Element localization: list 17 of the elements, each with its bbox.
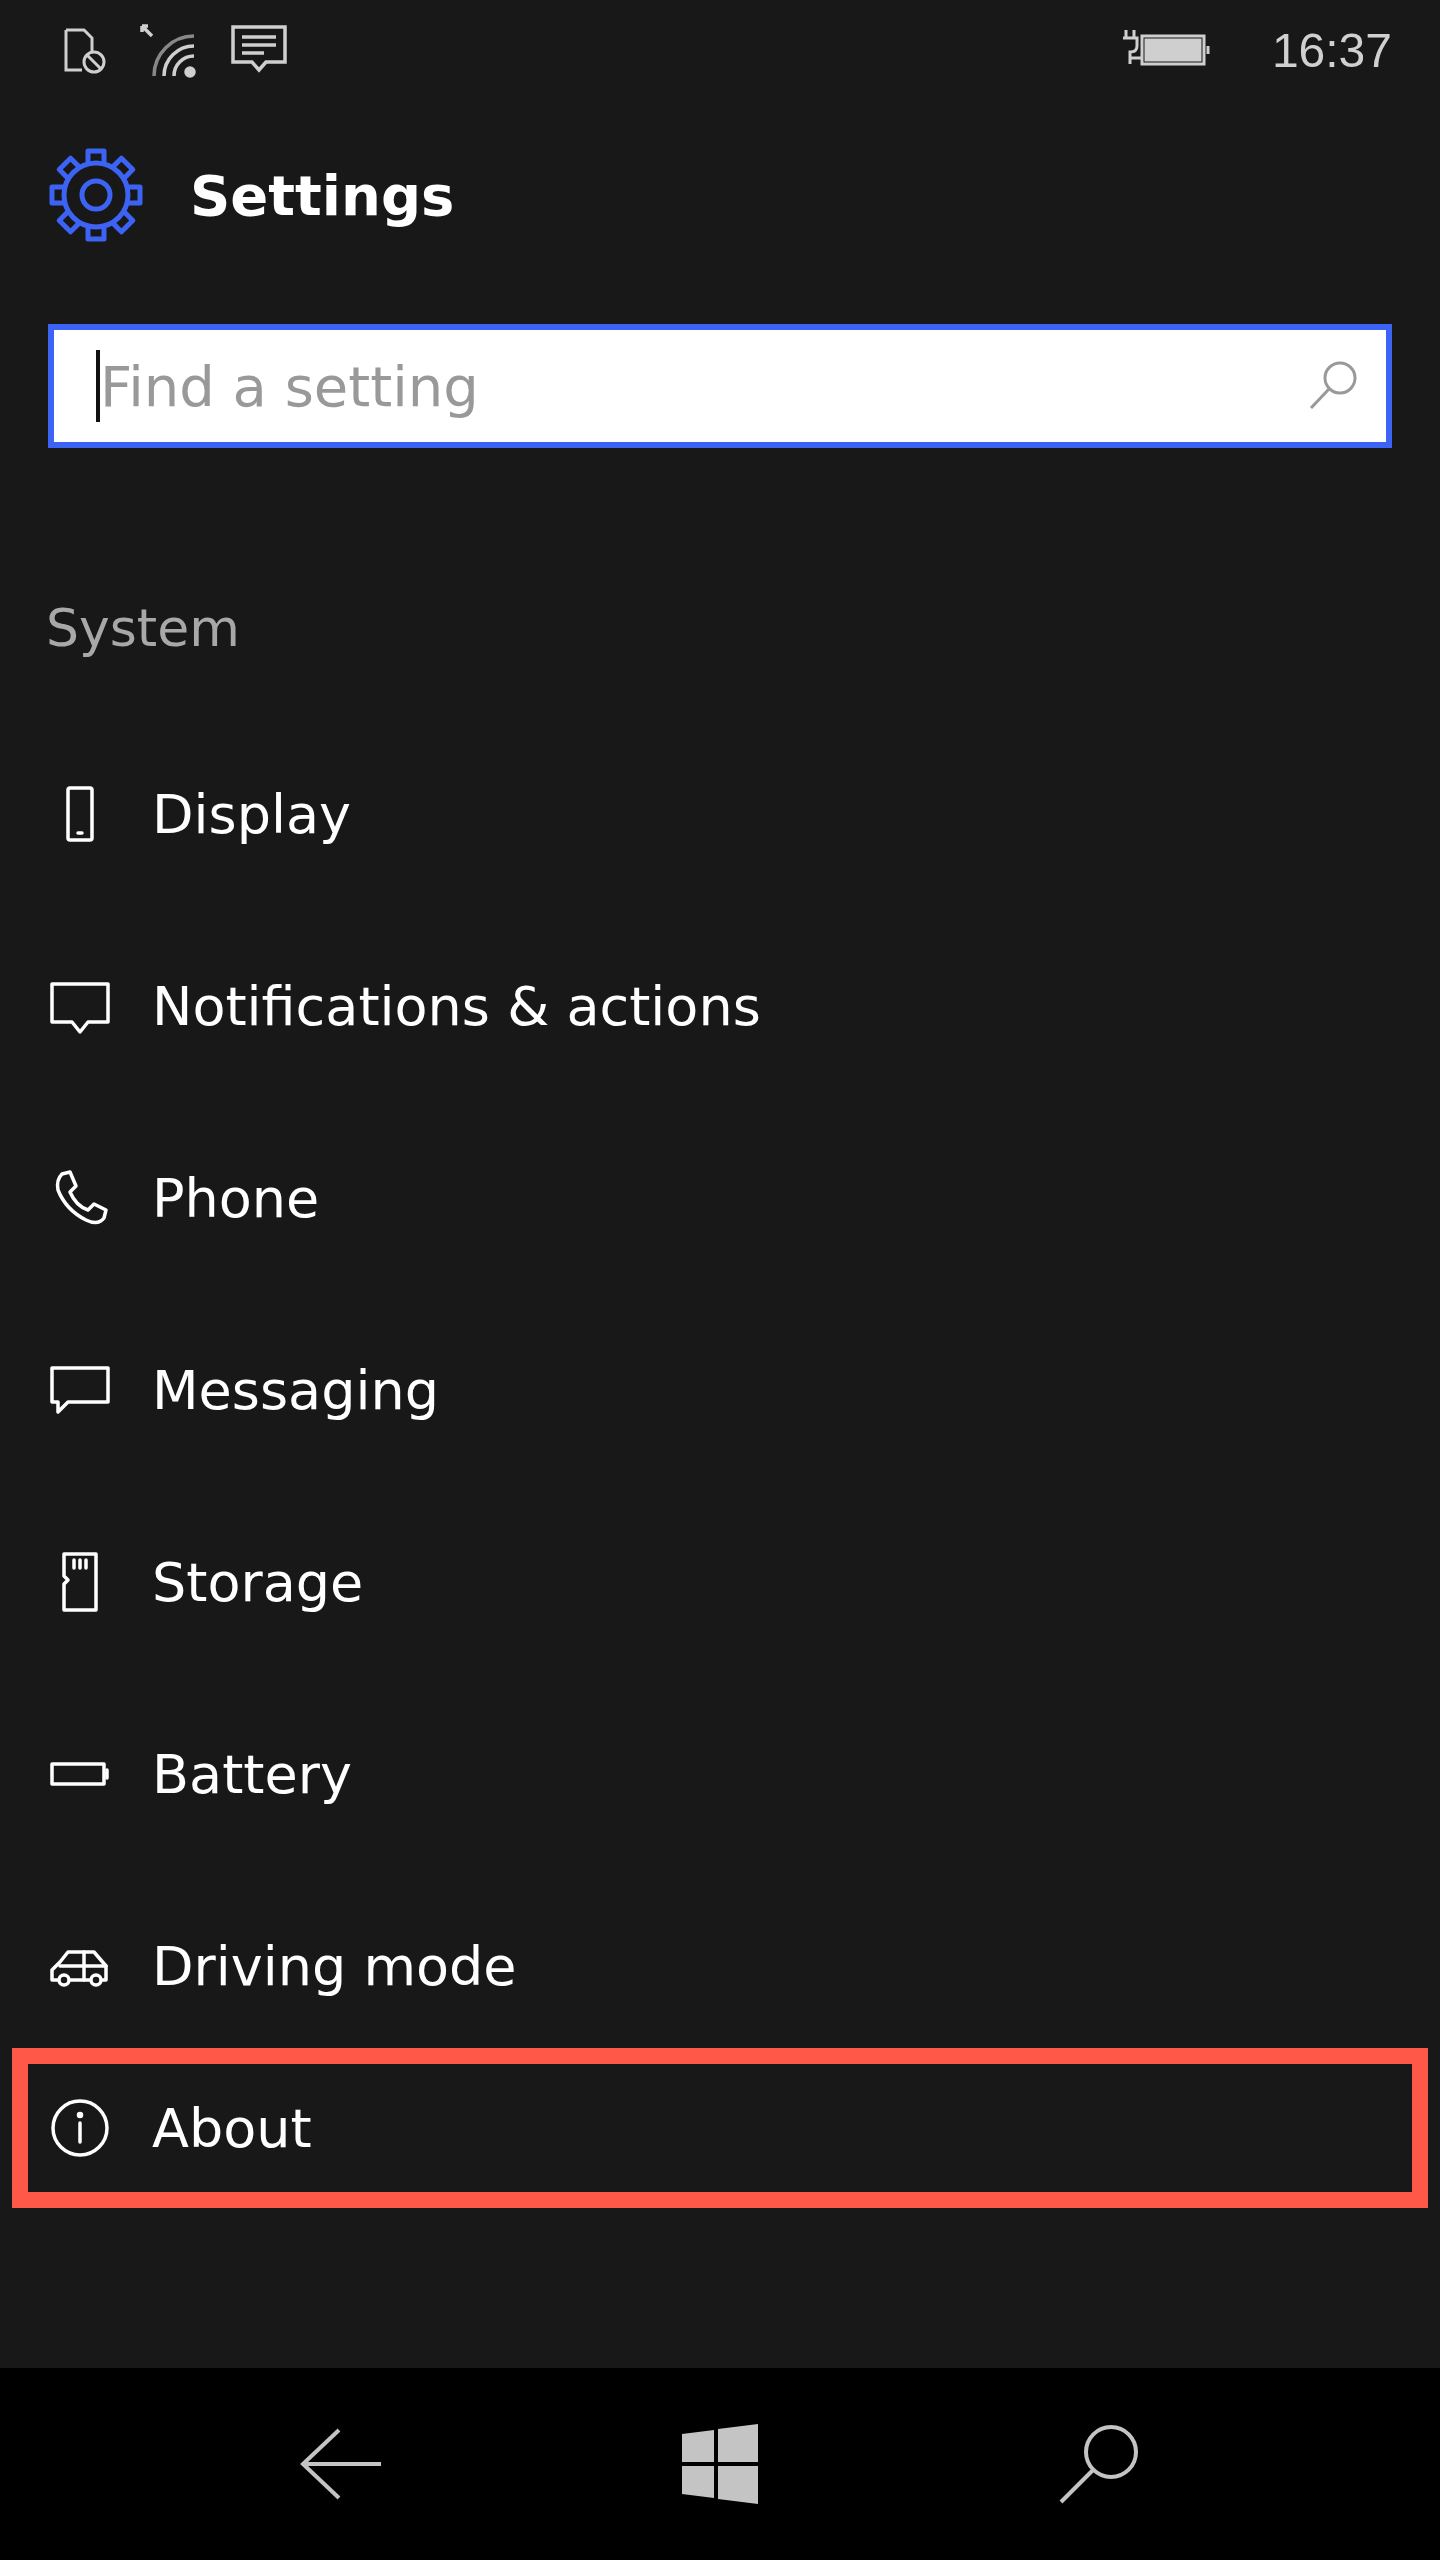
search-field[interactable]: Find a setting xyxy=(48,324,1392,448)
settings-item[interactable]: Battery xyxy=(12,1678,1428,1870)
info-icon xyxy=(48,2096,112,2160)
status-time: 16:37 xyxy=(1271,22,1392,78)
text-cursor xyxy=(96,350,100,422)
gear-icon xyxy=(48,147,144,243)
section-header: System xyxy=(45,597,241,660)
settings-item[interactable]: Phone xyxy=(12,1102,1428,1294)
highlighted-settings-item[interactable]: About xyxy=(12,2048,1428,2208)
settings-item[interactable]: Storage xyxy=(12,1486,1428,1678)
back-arrow-icon[interactable] xyxy=(298,2426,383,2502)
settings-item[interactable]: Notifications & actions xyxy=(12,910,1428,1102)
windows-logo-icon[interactable] xyxy=(680,2424,760,2504)
page-title: Settings xyxy=(190,162,455,228)
settings-item[interactable]: Display xyxy=(12,718,1428,910)
no-sim-icon xyxy=(62,26,108,74)
settings-item[interactable]: Messaging xyxy=(12,1294,1428,1486)
